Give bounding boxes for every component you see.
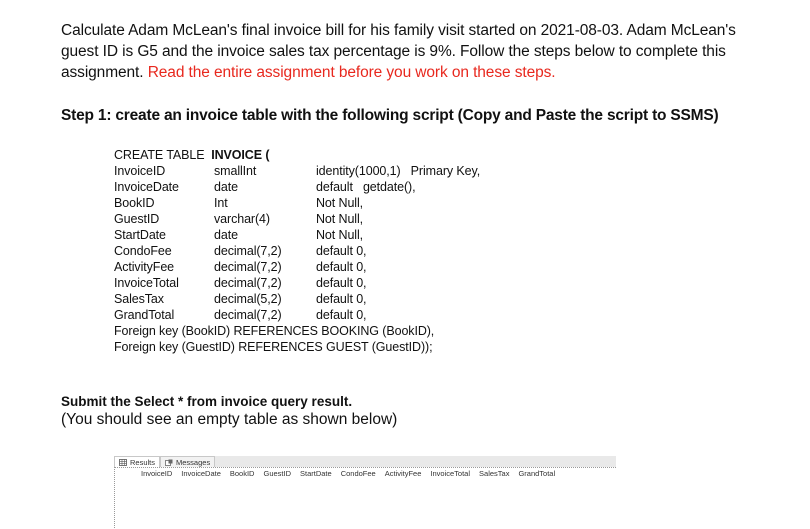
column-constraint: identity(1000,1) Primary Key, (316, 164, 481, 178)
column-constraint: default 0, (316, 292, 367, 306)
results-grid: InvoiceID InvoiceDate BookID GuestID StartDa… (114, 467, 616, 528)
column-type: decimal(7,2) (214, 260, 282, 274)
column-constraint: default 0, (316, 308, 367, 322)
tab-messages-label: Messages (176, 457, 211, 467)
script-column-row: CondoFee decimal(7,2) default 0, (114, 243, 480, 259)
grid-column-header[interactable]: InvoiceDate (181, 469, 221, 478)
create-table-script: CREATE TABLE INVOICE ( InvoiceID smallInt… (114, 147, 480, 355)
messages-icon (165, 459, 173, 466)
column-constraint: Not Null, (316, 228, 364, 242)
intro-line-3: assignment. Read the entire assignment b… (61, 62, 761, 83)
grid-column-header[interactable]: InvoiceTotal (430, 469, 470, 478)
script-column-row: InvoiceID smallInt identity(1000,1) Primar… (114, 163, 480, 179)
script-column-row: InvoiceTotal decimal(7,2) default 0, (114, 275, 480, 291)
column-name: BookID (114, 196, 155, 210)
column-type: date (214, 228, 238, 242)
column-type: varchar(4) (214, 212, 270, 226)
column-constraint: default 0, (316, 260, 367, 274)
column-constraint: default 0, (316, 244, 367, 258)
script-column-row: InvoiceDate date default getdate(), (114, 179, 480, 195)
results-tabbar: Results Messages (114, 456, 616, 467)
column-constraint: Not Null, (316, 196, 364, 210)
column-type: date (214, 180, 238, 194)
column-name: InvoiceID (114, 164, 166, 178)
column-name: ActivityFee (114, 260, 175, 274)
column-constraint: default 0, (316, 276, 367, 290)
script-table-name: INVOICE ( (211, 148, 270, 162)
column-name: InvoiceDate (114, 180, 179, 194)
grid-column-header[interactable]: GrandTotal (518, 469, 555, 478)
tab-results[interactable]: Results (114, 456, 161, 467)
warning-text: Read the entire assignment before you wo… (147, 64, 556, 81)
intro-line-2: guest ID is G5 and the invoice sales tax… (61, 43, 726, 60)
step-1-heading: Step 1: create an invoice table with the… (61, 107, 719, 124)
intro-line-3-plain: assignment. (61, 64, 148, 81)
grid-column-header[interactable]: GuestID (263, 469, 291, 478)
script-column-row: GuestID varchar(4) Not Null, (114, 211, 480, 227)
column-name: SalesTax (114, 292, 164, 306)
script-column-row: BookID Int Not Null, (114, 195, 480, 211)
grid-column-header[interactable]: CondoFee (341, 469, 376, 478)
grid-column-header[interactable]: StartDate (300, 469, 332, 478)
column-type: decimal(7,2) (214, 244, 282, 258)
tab-results-label: Results (130, 457, 156, 467)
column-constraint: default getdate(), (316, 180, 416, 194)
grid-column-header[interactable]: InvoiceID (141, 469, 172, 478)
script-column-row: StartDate date Not Null, (114, 227, 480, 243)
script-column-row: SalesTax decimal(5,2) default 0, (114, 291, 480, 307)
column-type: decimal(5,2) (214, 292, 282, 306)
grid-header-row: InvoiceID InvoiceDate BookID GuestID StartDa… (115, 468, 616, 479)
grid-column-header[interactable]: SalesTax (479, 469, 509, 478)
column-name: GuestID (114, 212, 160, 226)
script-fk-booking: Foreign key (BookID) REFERENCES BOOKING … (114, 324, 435, 338)
script-header-plain: CREATE TABLE (114, 148, 208, 162)
column-name: InvoiceTotal (114, 276, 179, 290)
ssms-results-pane: Results Messages InvoiceID InvoiceDate Boo… (114, 456, 616, 529)
script-column-row: ActivityFee decimal(7,2) default 0, (114, 259, 480, 275)
grid-column-header[interactable]: ActivityFee (385, 469, 422, 478)
column-type: Int (214, 196, 228, 210)
script-fk-guest: Foreign key (GuestID) REFERENCES GUEST (… (114, 340, 433, 354)
tab-messages[interactable]: Messages (160, 456, 216, 467)
script-column-row: GrandTotal decimal(7,2) default 0, (114, 307, 480, 323)
grid-icon (119, 458, 127, 466)
column-name: CondoFee (114, 244, 172, 258)
column-type: decimal(7,2) (214, 276, 282, 290)
column-name: StartDate (114, 228, 166, 242)
column-constraint: Not Null, (316, 212, 364, 226)
column-type: smallInt (214, 164, 257, 178)
grid-column-header[interactable]: BookID (230, 469, 255, 478)
intro-line-1: Calculate Adam McLean's final invoice bi… (61, 22, 736, 39)
expected-result-note: (You should see an empty table as shown … (61, 411, 398, 428)
column-name: GrandTotal (114, 308, 175, 322)
submit-instruction: Submit the Select * from invoice query r… (61, 394, 353, 409)
assignment-intro: Calculate Adam McLean's final invoice bi… (61, 20, 761, 83)
script-header: CREATE TABLE INVOICE ( (114, 147, 480, 163)
column-type: decimal(7,2) (214, 308, 282, 322)
